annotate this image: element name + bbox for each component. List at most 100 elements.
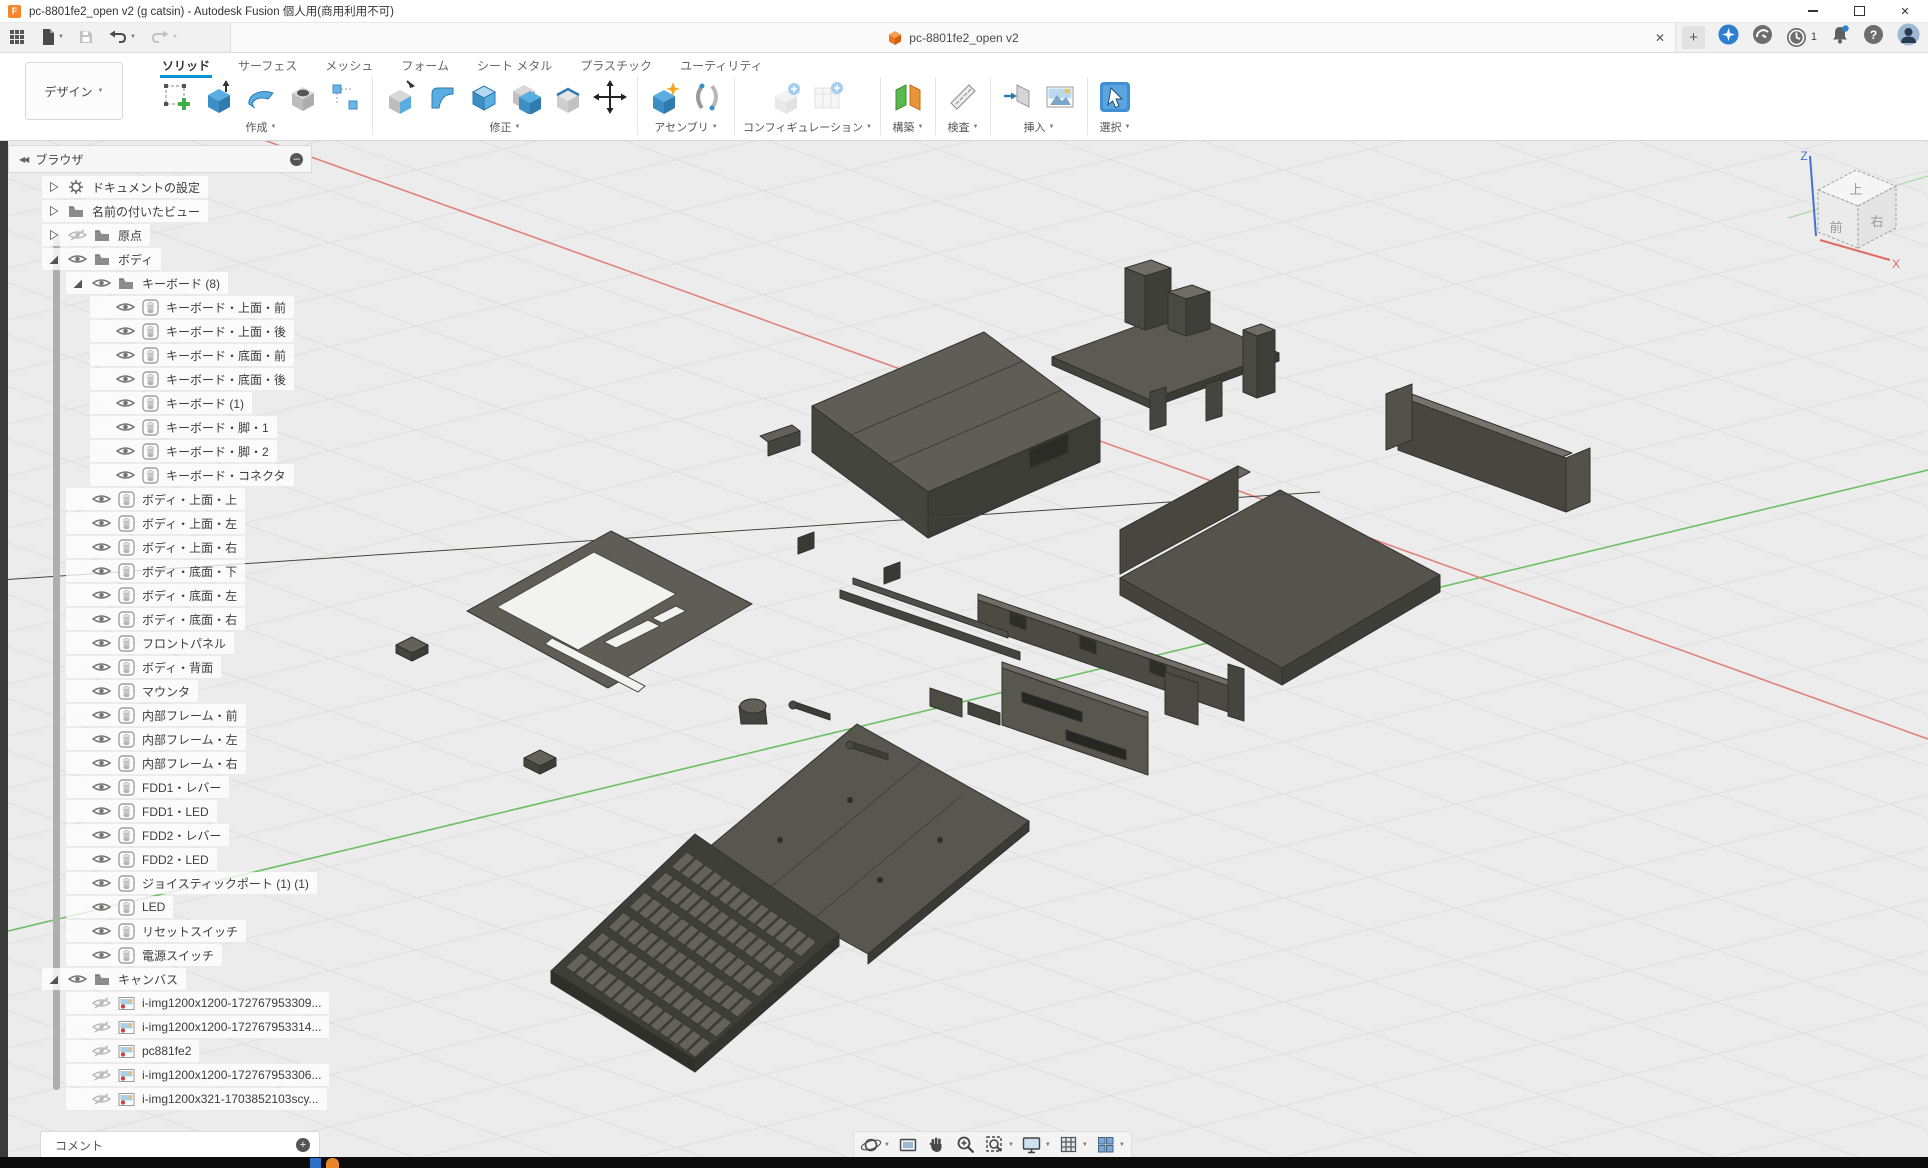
browser-panel-header[interactable]: ◀◀ ブラウザ – <box>8 145 312 173</box>
visibility-eye-icon[interactable] <box>88 733 114 745</box>
new-component-icon[interactable] <box>646 78 684 116</box>
visibility-eye-icon[interactable] <box>112 373 138 385</box>
zoom-icon[interactable] <box>955 1134 977 1156</box>
viewports-icon[interactable]: ▼ <box>1095 1134 1125 1156</box>
notifications-bell-icon[interactable] <box>1830 24 1850 50</box>
visibility-eye-icon[interactable] <box>88 1069 114 1081</box>
joint-icon[interactable] <box>688 78 726 116</box>
construction-plane-icon[interactable] <box>889 78 927 116</box>
browser-item-row[interactable]: フロントパネル <box>66 632 234 654</box>
insert-derive-icon[interactable] <box>999 78 1037 116</box>
part-body-top-cover[interactable] <box>798 332 1100 584</box>
browser-folder-row[interactable]: キャンバス <box>42 968 186 990</box>
browser-item-row[interactable]: ボディ・上面・左 <box>66 512 245 534</box>
browser-item-row[interactable]: キーボード・コネクタ <box>90 464 294 486</box>
part-fdd-panel[interactable] <box>1002 662 1148 775</box>
create-sketch-icon[interactable] <box>158 78 196 116</box>
look-at-icon[interactable] <box>897 1134 919 1156</box>
viewcube[interactable]: 上 前 右 Z X <box>1788 148 1928 280</box>
ribbon-tab[interactable]: プラスチック <box>580 57 652 75</box>
visibility-eye-icon[interactable] <box>88 925 114 937</box>
ribbon-group-label[interactable]: 検査▼ <box>947 119 978 135</box>
browser-item-row[interactable]: 内部フレーム・左 <box>66 728 246 750</box>
browser-item-row[interactable]: ドキュメントの設定 <box>42 176 208 198</box>
undo-icon[interactable]: ▼ <box>108 29 136 45</box>
grid-display-icon[interactable]: ▼ <box>1058 1134 1088 1156</box>
browser-item-row[interactable]: pc881fe2 <box>66 1040 199 1062</box>
browser-item-row[interactable]: i-img1200x1200-172767953309... <box>66 992 329 1014</box>
visibility-eye-icon[interactable] <box>88 1093 114 1105</box>
file-new-icon[interactable]: ▼ <box>40 28 64 46</box>
hole-icon[interactable] <box>284 78 322 116</box>
ribbon-tab[interactable]: フォーム <box>401 57 449 75</box>
ribbon-tab[interactable]: ユーティリティ <box>680 57 763 75</box>
visibility-eye-icon[interactable] <box>88 877 114 889</box>
visibility-eye-icon[interactable] <box>88 853 114 865</box>
browser-item-row[interactable]: 電源スイッチ <box>66 944 222 966</box>
shell-icon[interactable] <box>465 78 503 116</box>
part-rear-bracket[interactable] <box>1052 260 1279 430</box>
ribbon-group-label[interactable]: 挿入▼ <box>1023 119 1054 135</box>
browser-folder-row[interactable]: ボディ <box>42 248 161 270</box>
browser-folder-row[interactable]: 原点 <box>42 224 150 246</box>
browser-item-row[interactable]: キーボード・上面・前 <box>90 296 294 318</box>
extrude-icon[interactable] <box>200 78 238 116</box>
part-small-plate-2[interactable] <box>524 750 556 774</box>
browser-item-row[interactable]: キーボード・底面・前 <box>90 344 294 366</box>
visibility-eye-icon[interactable] <box>88 829 114 841</box>
display-settings-icon[interactable]: ▼ <box>1021 1134 1051 1156</box>
browser-item-row[interactable]: キーボード・脚・2 <box>90 440 277 462</box>
visibility-eye-icon[interactable] <box>88 757 114 769</box>
ribbon-tab[interactable]: メッシュ <box>325 57 373 75</box>
browser-item-row[interactable]: ボディ・底面・右 <box>66 608 245 630</box>
ribbon-group-label[interactable]: コンフィギュレーション▼ <box>743 119 872 135</box>
comment-bar[interactable]: コメント + <box>40 1131 320 1157</box>
ribbon-group-label[interactable]: 構築▼ <box>892 119 923 135</box>
visibility-eye-icon[interactable] <box>112 325 138 337</box>
browser-minimize-icon[interactable]: – <box>290 153 303 166</box>
browser-item-row[interactable]: 内部フレーム・右 <box>66 752 246 774</box>
visibility-eye-icon[interactable] <box>64 973 90 985</box>
offset-icon[interactable] <box>549 78 587 116</box>
visibility-eye-icon[interactable] <box>88 517 114 529</box>
profile-meter-icon[interactable] <box>1752 24 1773 50</box>
browser-item-row[interactable]: i-img1200x1200-172767953314... <box>66 1016 329 1038</box>
minimize-button[interactable] <box>1790 0 1836 22</box>
visibility-eye-icon[interactable] <box>88 277 114 289</box>
close-button[interactable]: ✕ <box>1882 0 1928 22</box>
browser-item-row[interactable]: キーボード (1) <box>90 392 252 414</box>
ribbon-group-label[interactable]: アセンブリ▼ <box>654 119 717 135</box>
browser-item-row[interactable]: キーボード・上面・後 <box>90 320 294 342</box>
maximize-button[interactable] <box>1836 0 1882 22</box>
combine-icon[interactable] <box>507 78 545 116</box>
browser-item-row[interactable]: i-img1200x321-1703852103scy... <box>66 1088 327 1110</box>
pattern-icon[interactable] <box>326 78 364 116</box>
visibility-eye-icon[interactable] <box>112 349 138 361</box>
measure-icon[interactable] <box>944 78 982 116</box>
visibility-eye-icon[interactable] <box>88 901 114 913</box>
pan-icon[interactable] <box>926 1134 948 1156</box>
visibility-eye-icon[interactable] <box>64 253 90 265</box>
expander-closed-icon[interactable] <box>42 229 64 241</box>
browser-item-row[interactable]: FDD2・LED <box>66 848 217 870</box>
browser-item-row[interactable]: マウンタ <box>66 680 198 702</box>
browser-collapse-icon[interactable]: ◀◀ <box>19 155 27 164</box>
visibility-eye-icon[interactable] <box>64 229 90 241</box>
part-right-bracket[interactable] <box>1386 384 1590 512</box>
browser-item-row[interactable]: キーボード・底面・後 <box>90 368 294 390</box>
browser-item-row[interactable]: FDD1・LED <box>66 800 217 822</box>
visibility-eye-icon[interactable] <box>88 685 114 697</box>
ribbon-tab[interactable]: シート メタル <box>477 57 552 75</box>
move-icon[interactable] <box>591 78 629 116</box>
browser-item-row[interactable]: ジョイスティックポート (1) (1) <box>66 872 317 894</box>
visibility-eye-icon[interactable] <box>88 637 114 649</box>
new-tab-button[interactable]: + <box>1682 26 1705 49</box>
browser-folder-row[interactable]: キーボード (8) <box>66 272 228 294</box>
visibility-eye-icon[interactable] <box>88 805 114 817</box>
visibility-eye-icon[interactable] <box>112 301 138 313</box>
expander-closed-icon[interactable] <box>42 205 64 217</box>
browser-item-row[interactable]: キーボード・脚・1 <box>90 416 277 438</box>
expander-closed-icon[interactable] <box>42 181 64 193</box>
expander-open-icon[interactable] <box>66 277 88 289</box>
browser-item-row[interactable]: FDD2・レバー <box>66 824 229 846</box>
